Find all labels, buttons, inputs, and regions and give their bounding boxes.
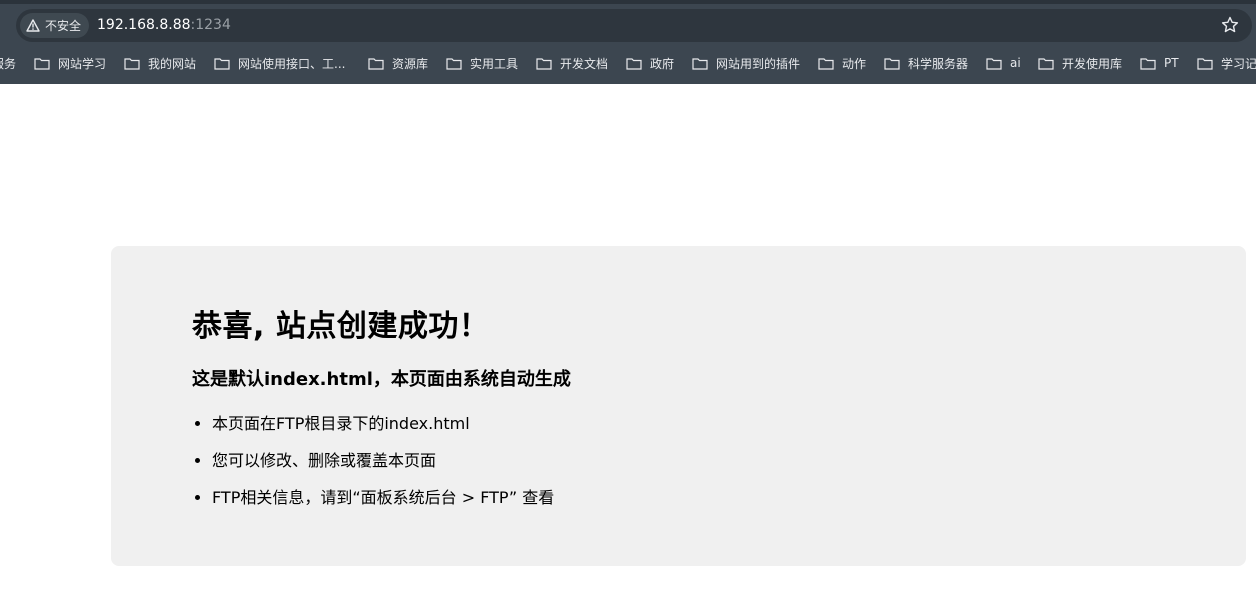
bookmark-folder[interactable]: 科学服务器 <box>884 48 968 78</box>
folder-icon <box>626 57 642 70</box>
folder-icon <box>214 57 230 70</box>
bookmark-folder[interactable]: ai <box>986 48 1021 78</box>
bookmark-label: ai <box>1010 56 1021 70</box>
folder-icon <box>1038 57 1054 70</box>
list-item: FTP相关信息，请到“面板系统后台 > FTP” 查看 <box>212 485 554 522</box>
bookmark-label: 我的网站 <box>148 56 197 71</box>
info-list: 本页面在FTP根目录下的index.html 您可以修改、删除或覆盖本页面 FT… <box>172 411 554 522</box>
tab-strip-edge <box>0 0 1256 4</box>
bookmark-folder[interactable]: 我的网站 <box>124 48 196 78</box>
bookmark-label: 科学服务器 <box>908 56 969 71</box>
folder-icon <box>1197 57 1213 70</box>
list-item: 您可以修改、删除或覆盖本页面 <box>212 448 554 485</box>
folder-icon <box>124 57 140 70</box>
url-host: 192.168.8.88 <box>97 17 191 33</box>
bookmark-label: 政府 <box>650 56 675 71</box>
folder-icon <box>34 57 50 70</box>
bookmark-folder[interactable]: 开发使用库 <box>1038 48 1122 78</box>
page-title: 恭喜, 站点创建成功！ <box>192 309 490 344</box>
bookmarks-bar: 服务 网站学习 我的网站 网站使用接口、工... 资源库 实用工具 开发文档 <box>0 48 1256 78</box>
bookmark-folder[interactable]: 服务 <box>0 48 16 78</box>
folder-icon <box>692 57 708 70</box>
bookmark-label: 网站学习 <box>58 56 107 71</box>
bookmark-label: 动作 <box>842 56 867 71</box>
bookmark-label: 开发文档 <box>560 56 609 71</box>
bookmark-folder[interactable]: 学习记 <box>1197 48 1256 78</box>
bookmark-folder[interactable]: 网站学习 <box>34 48 106 78</box>
warning-icon <box>26 19 40 32</box>
bookmark-folder[interactable]: 网站使用接口、工... <box>214 48 345 78</box>
folder-icon <box>818 57 834 70</box>
security-indicator[interactable]: 不安全 <box>20 13 90 38</box>
url-port: :1234 <box>190 17 231 33</box>
bookmark-label: PT <box>1164 56 1179 70</box>
bookmark-label: 资源库 <box>392 56 429 71</box>
bookmark-folder[interactable]: 动作 <box>818 48 866 78</box>
folder-icon <box>986 57 1002 70</box>
bookmark-label: 网站用到的插件 <box>716 56 801 71</box>
bookmark-label: 服务 <box>0 56 17 71</box>
folder-icon <box>446 57 462 70</box>
url-text[interactable]: 192.168.8.88:1234 <box>97 9 231 42</box>
browser-toolbar: 不安全 192.168.8.88:1234 服务 网站学习 我的网站 网站使用接… <box>0 0 1256 84</box>
page-subtitle: 这是默认index.html，本页面由系统自动生成 <box>192 369 571 390</box>
folder-icon <box>536 57 552 70</box>
folder-icon <box>884 57 900 70</box>
bookmark-folder[interactable]: 网站用到的插件 <box>692 48 800 78</box>
bookmark-label: 学习记 <box>1221 56 1256 71</box>
bookmark-folder[interactable]: 政府 <box>626 48 674 78</box>
bookmark-label: 实用工具 <box>470 56 519 71</box>
bookmark-folder[interactable]: 开发文档 <box>536 48 608 78</box>
bookmark-label: 网站使用接口、工... <box>238 56 346 71</box>
security-label: 不安全 <box>45 19 82 33</box>
bookmark-folder[interactable]: 实用工具 <box>446 48 518 78</box>
bookmark-label: 开发使用库 <box>1062 56 1123 71</box>
bookmark-folder[interactable]: 资源库 <box>368 48 428 78</box>
folder-icon <box>368 57 384 70</box>
folder-icon <box>1140 57 1156 70</box>
list-item: 本页面在FTP根目录下的index.html <box>212 411 554 448</box>
welcome-card: 恭喜, 站点创建成功！ 这是默认index.html，本页面由系统自动生成 本页… <box>111 246 1246 566</box>
bookmark-star-icon[interactable] <box>1220 15 1240 35</box>
address-bar[interactable]: 不安全 192.168.8.88:1234 <box>16 9 1252 42</box>
bookmark-folder[interactable]: PT <box>1140 48 1179 78</box>
